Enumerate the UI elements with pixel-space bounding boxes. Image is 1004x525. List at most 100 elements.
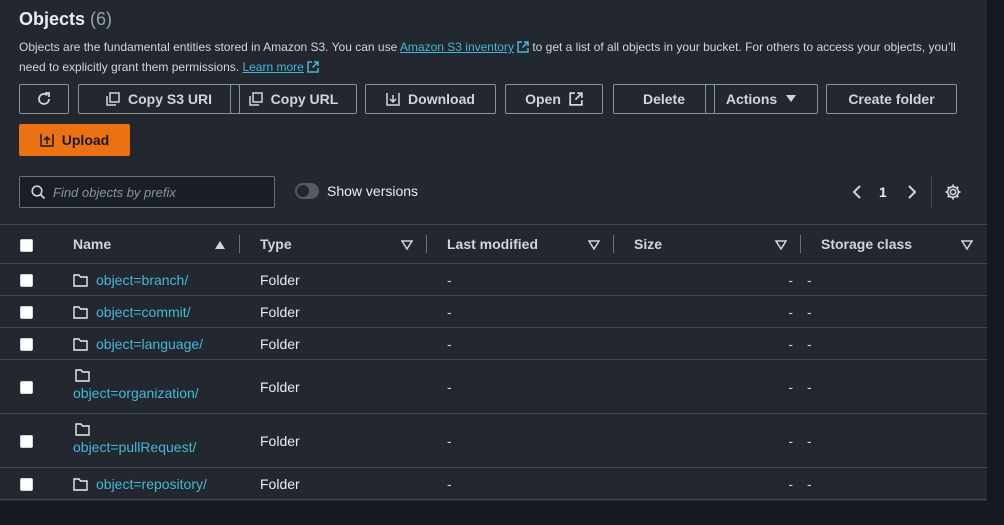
last-modified-column-header[interactable]: Last modified (427, 224, 614, 264)
size-cell: - (614, 263, 801, 296)
size-cell: - (614, 413, 801, 468)
copy-url-label: Copy URL (270, 91, 339, 107)
s3-inventory-link[interactable]: Amazon S3 inventory (400, 40, 514, 54)
refresh-button[interactable] (19, 84, 69, 114)
row-checkbox[interactable] (20, 274, 33, 288)
upload-icon (40, 134, 54, 147)
gear-icon[interactable] (944, 183, 962, 201)
size-column-header[interactable]: Size (614, 224, 801, 264)
table-row[interactable]: object=commit/ Folder - - - (0, 295, 987, 328)
delete-button[interactable]: Delete (613, 84, 715, 114)
type-cell: Folder (240, 359, 427, 414)
last-modified-header-label: Last modified (447, 236, 539, 252)
external-link-icon (307, 61, 319, 73)
last-modified-cell: - (427, 263, 614, 296)
row-checkbox[interactable] (20, 338, 33, 352)
objects-panel: Objects (6) Objects are the fundamental … (0, 0, 987, 501)
sort-ascending-icon[interactable] (214, 240, 226, 250)
storage-class-cell: - (801, 359, 987, 414)
download-label: Download (408, 91, 475, 107)
learn-more-link[interactable]: Learn more (242, 60, 303, 74)
folder-icon (73, 273, 88, 287)
table-row[interactable]: object=branch/ Folder - - - (0, 263, 987, 296)
type-cell: Folder (240, 263, 427, 296)
storage-class-header-label: Storage class (821, 236, 913, 252)
create-folder-label: Create folder (848, 91, 935, 107)
search-input[interactable]: Find objects by prefix (19, 176, 275, 208)
name-column-header[interactable]: Name (52, 224, 240, 264)
row-checkbox[interactable] (20, 306, 33, 320)
sort-icon[interactable] (588, 240, 600, 250)
page-title: Objects (6) (19, 9, 112, 30)
refresh-icon (38, 92, 50, 105)
search-icon (31, 185, 46, 200)
size-cell: - (614, 359, 801, 414)
actions-dropdown[interactable]: Actions (705, 84, 818, 114)
last-modified-cell: - (427, 413, 614, 468)
caret-down-icon (786, 95, 797, 102)
copy-icon (248, 92, 263, 106)
object-name-link[interactable]: object=branch/ (96, 272, 188, 288)
folder-icon (75, 369, 90, 382)
open-label: Open (525, 91, 561, 107)
external-link-icon (517, 41, 529, 53)
sort-icon[interactable] (961, 240, 973, 250)
object-name-link[interactable]: object=organization/ (73, 385, 199, 401)
row-checkbox[interactable] (20, 381, 33, 395)
object-name-link[interactable]: object=language/ (96, 336, 203, 352)
folder-icon (73, 305, 88, 319)
external-link-icon (569, 92, 583, 106)
upload-button[interactable]: Upload (19, 124, 130, 156)
object-name-link[interactable]: object=pullRequest/ (73, 439, 196, 455)
size-cell: - (614, 295, 801, 328)
next-page-icon[interactable] (905, 184, 919, 200)
create-folder-button[interactable]: Create folder (826, 84, 957, 114)
download-button[interactable]: Download (365, 84, 496, 114)
copy-icon (106, 92, 120, 106)
last-modified-cell: - (427, 327, 614, 360)
storage-class-cell: - (801, 263, 987, 296)
previous-page-icon[interactable] (850, 184, 864, 200)
desc-text-1: Objects are the fundamental entities sto… (19, 40, 400, 54)
table-row[interactable]: object=repository/ Folder - - - (0, 467, 987, 500)
size-cell: - (614, 327, 801, 360)
select-all-header (0, 224, 52, 264)
size-header-label: Size (634, 236, 663, 252)
open-button[interactable]: Open (505, 84, 603, 114)
description: Objects are the fundamental entities sto… (19, 37, 964, 77)
table-row[interactable]: object=language/ Folder - - - (0, 327, 987, 360)
name-header-label: Name (73, 236, 112, 252)
row-checkbox[interactable] (20, 478, 33, 492)
table-header-row: Name Type Last modified Size Storage cla… (0, 224, 987, 264)
row-checkbox[interactable] (20, 435, 33, 449)
storage-class-column-header[interactable]: Storage class (801, 224, 987, 264)
page-number[interactable]: 1 (879, 184, 887, 200)
upload-label: Upload (61, 132, 110, 148)
type-cell: Folder (240, 295, 427, 328)
toggle-knob (297, 185, 309, 197)
copy-s3-uri-button[interactable]: Copy S3 URI (78, 84, 240, 114)
sort-icon[interactable] (401, 240, 413, 250)
copy-s3-uri-label: Copy S3 URI (127, 91, 212, 107)
table-row[interactable]: object=organization/ Folder - - - (0, 359, 987, 414)
object-count: (6) (90, 9, 113, 29)
storage-class-cell: - (801, 295, 987, 328)
divider (931, 176, 932, 208)
show-versions-label: Show versions (327, 183, 419, 199)
type-header-label: Type (260, 236, 292, 252)
type-column-header[interactable]: Type (240, 224, 427, 264)
size-cell: - (614, 467, 801, 500)
object-name-link[interactable]: object=commit/ (96, 304, 191, 320)
sort-icon[interactable] (775, 240, 787, 250)
table-row[interactable]: object=pullRequest/ Folder - - - (0, 413, 987, 468)
copy-url-button[interactable]: Copy URL (230, 84, 357, 114)
delete-label: Delete (642, 91, 686, 107)
select-all-checkbox[interactable] (20, 238, 33, 252)
show-versions-toggle[interactable] (295, 183, 319, 199)
object-name-link[interactable]: object=repository/ (96, 476, 207, 492)
title-text: Objects (19, 9, 86, 29)
storage-class-cell: - (801, 467, 987, 500)
type-cell: Folder (240, 467, 427, 500)
last-modified-cell: - (427, 359, 614, 414)
type-cell: Folder (240, 327, 427, 360)
